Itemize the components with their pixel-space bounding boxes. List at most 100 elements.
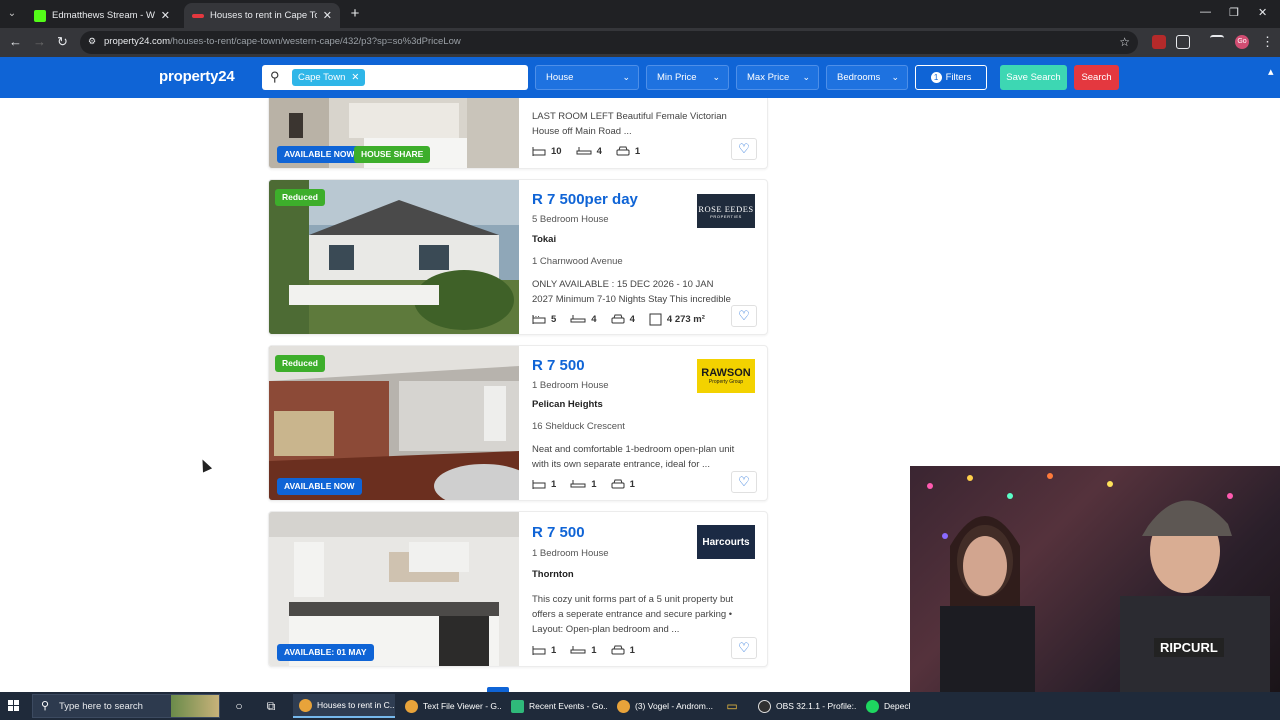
car-icon	[611, 645, 625, 655]
reduced-badge: Reduced	[275, 189, 325, 206]
new-tab-plus-icon[interactable]: +	[346, 5, 364, 23]
suburb-name: Pelican Heights	[532, 399, 603, 410]
taskbar-chrome-vogel[interactable]: (3) Vogel - Androm...	[611, 694, 716, 718]
browser-tab-stream[interactable]: Edmatthews Stream - Watch Li ✕	[26, 3, 178, 28]
scroll-up-arrow-icon[interactable]: ▴	[1268, 65, 1274, 78]
availability-badge: AVAILABLE NOW	[277, 478, 362, 495]
reduced-badge: Reduced	[275, 355, 325, 372]
listing-features: 10 4 1	[532, 146, 654, 157]
back-arrow-icon[interactable]: ←	[9, 35, 22, 49]
remove-chip-icon[interactable]: ✕	[351, 72, 359, 83]
availability-badge: AVAILABLE NOW	[277, 146, 362, 163]
bath-icon	[570, 315, 586, 323]
webcam-video-image	[927, 473, 1270, 692]
file-explorer-icon[interactable]: ▭	[724, 698, 740, 714]
bed-icon	[532, 147, 546, 156]
forward-arrow-icon[interactable]: →	[33, 35, 46, 49]
listing-photo[interactable]: AVAILABLE: 01 MAY	[269, 512, 519, 666]
extension-badge-icon[interactable]	[1152, 35, 1166, 49]
bed-icon	[532, 315, 546, 324]
floor-size-feature: 4 273 m²	[649, 313, 705, 326]
taskbar-recent-events[interactable]: Recent Events - Go...	[505, 694, 607, 718]
browser-tab-property24[interactable]: Houses to rent in Cape Town : C ✕	[184, 3, 340, 28]
listing-card[interactable]: Reduced R 7 500per day 5 Bedroom House T…	[268, 179, 768, 335]
close-tab-icon[interactable]: ✕	[161, 9, 170, 22]
url-text: property24.com/houses-to-rent/cape-town/…	[104, 36, 461, 47]
search-highlight-image	[171, 695, 219, 717]
listing-photo[interactable]: Reduced	[269, 180, 519, 334]
listing-card[interactable]: AVAILABLE: 01 MAY R 7 500 1 Bedroom Hous…	[268, 511, 768, 667]
address-bar[interactable]: ⚙ property24.com/houses-to-rent/cape-tow…	[80, 31, 1138, 54]
listing-price[interactable]: R 7 500	[532, 524, 585, 541]
taskbar-search-input[interactable]: ⚲ Type here to search	[32, 694, 220, 718]
site-info-icon[interactable]: ⚙	[88, 36, 100, 48]
close-tab-icon[interactable]: ✕	[323, 9, 332, 22]
max-price-dropdown[interactable]: Max Price ⌄	[736, 65, 819, 90]
extensions-puzzle-icon[interactable]	[1176, 35, 1190, 49]
bedrooms-feature: 1	[532, 479, 556, 490]
taskbar-obs[interactable]: OBS 32.1.1 - Profile:...	[752, 694, 856, 718]
windows-start-icon[interactable]	[8, 700, 20, 712]
profile-avatar[interactable]: Go	[1235, 35, 1249, 49]
bath-icon	[576, 147, 592, 155]
parking-feature: 1	[616, 146, 640, 157]
bed-icon	[532, 646, 546, 655]
min-price-dropdown[interactable]: Min Price ⌄	[646, 65, 729, 90]
listing-features: 5 4 4 4 273 m²	[532, 313, 719, 326]
agency-logo[interactable]: ROSE EEDES PROPERTIES	[697, 194, 755, 228]
spotify-icon	[866, 699, 879, 713]
tab-search-chevron-icon[interactable]: ⌄	[4, 6, 20, 22]
tab-title: Edmatthews Stream - Watch Li	[52, 10, 155, 21]
site-header: property24 ⚲ Cape Town ✕ House ⌄ Min Price…	[0, 57, 1280, 98]
property-type: 1 Bedroom House	[532, 380, 609, 391]
shirt-logo-text: RIPCURL	[1154, 638, 1224, 657]
save-search-button[interactable]: Save Search	[1000, 65, 1067, 90]
close-window-icon[interactable]: ✕	[1258, 6, 1267, 19]
listing-card[interactable]: Reduced AVAILABLE NOW R 7 500 1 Bedroom …	[268, 345, 768, 501]
location-search-input[interactable]: ⚲ Cape Town ✕	[262, 65, 528, 90]
parking-feature: 1	[611, 479, 635, 490]
favourite-heart-icon[interactable]: ♡	[731, 637, 757, 659]
minimize-icon[interactable]: —	[1200, 6, 1211, 18]
listing-card[interactable]: AVAILABLE NOW HOUSE SHARE LAST ROOM LEFT…	[268, 98, 768, 169]
location-chip[interactable]: Cape Town ✕	[292, 69, 366, 86]
chevron-down-icon: ⌄	[712, 72, 720, 82]
obs-icon	[758, 699, 771, 713]
car-icon	[616, 146, 630, 156]
taskbar-spotify[interactable]: Depech	[860, 694, 910, 718]
search-icon: ⚲	[41, 700, 50, 712]
agency-logo[interactable]: RAWSON Property Group	[697, 359, 755, 393]
bedrooms-dropdown[interactable]: Bedrooms ⌄	[826, 65, 908, 90]
listing-photo[interactable]: Reduced AVAILABLE NOW	[269, 346, 534, 500]
browser-menu-icon[interactable]: ⋮	[1261, 35, 1274, 49]
search-button[interactable]: Search	[1074, 65, 1119, 90]
property24-logo[interactable]: property24	[159, 68, 235, 85]
listing-photo[interactable]: AVAILABLE NOW HOUSE SHARE	[269, 98, 519, 168]
browser-tab-bar: ⌄ Edmatthews Stream - Watch Li ✕ Houses …	[0, 0, 1280, 28]
favourite-heart-icon[interactable]: ♡	[731, 305, 757, 327]
restore-icon[interactable]: ❐	[1229, 6, 1239, 19]
listing-price[interactable]: R 7 500	[532, 357, 585, 374]
agency-logo[interactable]: Harcourts	[697, 525, 755, 559]
filters-button[interactable]: 1 Filters	[915, 65, 987, 90]
suburb-name: Tokai	[532, 234, 557, 245]
bed-icon	[532, 480, 546, 489]
favourite-heart-icon[interactable]: ♡	[731, 471, 757, 493]
media-control-icon[interactable]	[1210, 35, 1224, 49]
chevron-down-icon: ⌄	[802, 72, 810, 82]
task-view-icon[interactable]: ⧉	[263, 698, 279, 714]
kick-favicon-icon	[34, 9, 46, 22]
property-type-dropdown[interactable]: House ⌄	[535, 65, 639, 90]
favourite-heart-icon[interactable]: ♡	[731, 138, 757, 160]
property-type: 5 Bedroom House	[532, 214, 609, 225]
filters-count-badge: 1	[930, 72, 942, 83]
bookmark-star-icon[interactable]: ☆	[1119, 35, 1130, 49]
bathrooms-feature: 4	[576, 146, 602, 157]
taskbar-chrome-houses[interactable]: Houses to rent in C...	[293, 694, 395, 718]
listing-description: Neat and comfortable 1-bedroom open-plan…	[532, 444, 735, 470]
parking-feature: 1	[611, 645, 635, 656]
taskbar-chrome-textviewer[interactable]: Text File Viewer - G...	[399, 694, 501, 718]
reload-icon[interactable]: ↻	[57, 35, 68, 49]
listing-price[interactable]: R 7 500per day	[532, 191, 638, 208]
cortana-icon[interactable]: ○	[231, 698, 247, 714]
